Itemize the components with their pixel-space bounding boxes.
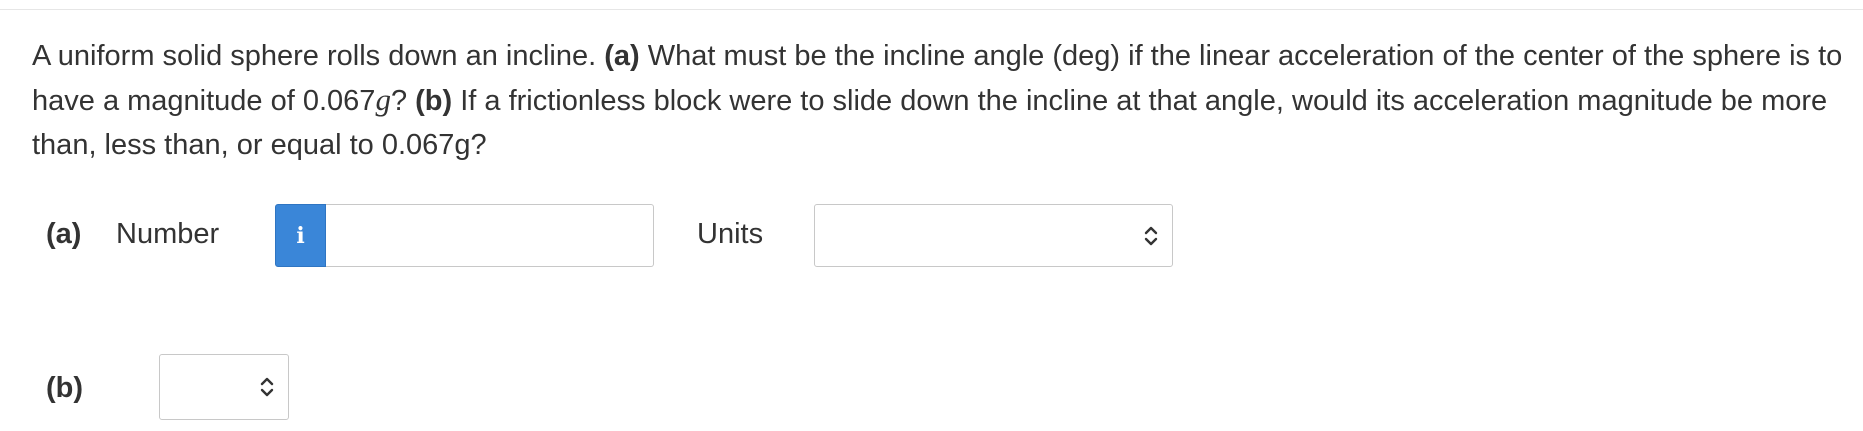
- info-button[interactable]: i: [275, 204, 326, 267]
- part-b-select[interactable]: [159, 354, 289, 420]
- question-text: A uniform solid sphere rolls down an inc…: [32, 34, 1852, 167]
- part-b-label: (b): [46, 372, 84, 404]
- question-part-a-end: ?: [390, 85, 416, 117]
- top-divider: [0, 9, 1863, 10]
- chevron-up-down-icon: [260, 377, 274, 397]
- units-label: Units: [697, 218, 764, 250]
- chevron-up-down-icon: [1144, 226, 1158, 245]
- info-icon: i: [296, 222, 305, 249]
- part-a-label: (a): [46, 218, 82, 250]
- units-select[interactable]: [814, 204, 1173, 267]
- question-part-b-tag: (b): [415, 85, 453, 117]
- question-intro: A uniform solid sphere rolls down an inc…: [32, 40, 605, 72]
- g-symbol: g: [375, 82, 391, 117]
- number-label: Number: [116, 218, 220, 250]
- question-part-a-tag: (a): [604, 40, 640, 72]
- number-input[interactable]: [326, 204, 654, 267]
